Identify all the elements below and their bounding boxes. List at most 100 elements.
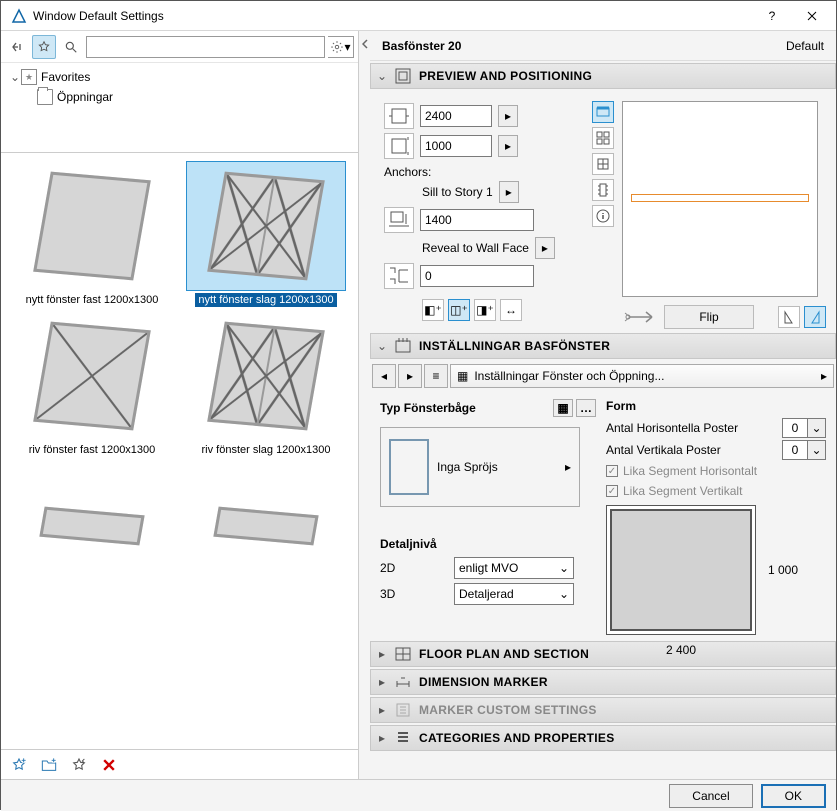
view-info[interactable] [592,205,614,227]
favorite-actions [1,749,358,779]
vert-poster-input[interactable] [782,440,808,460]
typ-grid-button[interactable]: ▦ [553,399,573,417]
favorites-toggle[interactable] [32,35,56,59]
thumbnail-gallery: nytt fönster fast 1200x1300 nytt fönster… [1,153,358,749]
search-button[interactable] [59,35,83,59]
section-categories-header[interactable]: ▸ CATEGORIES AND PROPERTIES [370,725,836,751]
section-icon [395,338,411,354]
chevron-right-icon: ▸ [377,731,387,745]
gallery-item[interactable]: riv fönster fast 1200x1300 [7,311,177,457]
dialog-footer: Cancel OK [1,779,836,811]
tree-root[interactable]: ⌄ ★ Favorites [9,67,350,87]
item-label: nytt fönster slag 1200x1300 [195,293,336,307]
reveal-menu[interactable]: ▸ [535,237,555,259]
folder-icon [37,89,53,105]
collapse-icon[interactable]: ⌄ [9,70,21,84]
settings-path[interactable]: ▦ Inställningar Fönster och Öppning... ▸ [450,364,834,388]
sash-label: Inga Spröjs [437,460,498,474]
flip-right[interactable] [804,306,826,328]
chevron-down-icon: ⌄ [377,339,387,353]
anchor-toggle-2[interactable]: ◫⁺ [448,299,470,321]
equal-vert-check[interactable]: ✓Lika Segment Vertikalt [606,481,826,501]
tree-item-label: Öppningar [57,90,113,104]
checkbox-icon: ✓ [606,485,618,497]
view-section[interactable] [592,179,614,201]
default-label: Default [786,39,824,53]
typ-more-button[interactable]: … [576,399,596,417]
item-label: riv fönster fast 1200x1300 [26,443,159,457]
pane-splitter[interactable] [359,31,370,779]
app-icon [11,8,27,24]
cancel-button[interactable]: Cancel [669,784,752,808]
tree-item-oppningar[interactable]: Öppningar [9,87,350,107]
height-stepper[interactable]: ▸ [498,135,518,157]
nav-back[interactable]: ◂ [372,364,396,388]
anchor-toggle-3[interactable]: ◨⁺ [474,299,496,321]
ok-button[interactable]: OK [761,784,826,808]
dropdown-icon[interactable]: ⌄ [808,418,826,438]
section-preview-header[interactable]: ⌄ PREVIEW AND POSITIONING [370,63,836,89]
flip-button[interactable]: Flip [664,305,754,329]
horiz-poster-input[interactable] [782,418,808,438]
section-icon [395,68,411,84]
height-input[interactable] [420,135,492,157]
close-button[interactable] [792,1,832,31]
view-plan[interactable] [592,127,614,149]
dropdown-icon[interactable]: ⌄ [808,440,826,460]
equal-horiz-check[interactable]: ✓Lika Segment Horisontalt [606,461,826,481]
detail-2d-label: 2D [380,561,444,575]
section-title: MARKER CUSTOM SETTINGS [419,703,597,717]
nav-list[interactable]: ≡ [424,364,448,388]
width-input[interactable] [420,105,492,127]
section-settings-header[interactable]: ⌄ INSTÄLLNINGAR BASFÖNSTER [370,333,836,359]
flip-left[interactable] [778,306,800,328]
reveal-input[interactable] [420,265,534,287]
sill-menu[interactable]: ▸ [499,181,519,203]
section-title: DIMENSION MARKER [419,675,548,689]
add-favorite-button[interactable] [7,753,31,777]
form-title: Form [606,399,826,413]
width-stepper[interactable]: ▸ [498,105,518,127]
object-name: Basfönster 20 [382,39,461,53]
view-elevation[interactable] [592,101,614,123]
search-input[interactable] [86,36,325,58]
gallery-item[interactable]: nytt fönster slag 1200x1300 [181,161,351,307]
tree-root-label: Favorites [41,70,90,84]
right-header: Basfönster 20 Default [370,31,836,61]
gallery-item[interactable]: nytt fönster fast 1200x1300 [7,161,177,307]
apply-favorite-button[interactable] [67,753,91,777]
sash-thumb [389,439,429,495]
search-options[interactable]: ▾ [328,36,354,58]
horiz-poster-label: Antal Horisontella Poster [606,421,738,435]
help-button[interactable]: ? [752,1,792,31]
detail-3d-label: 3D [380,587,444,601]
gallery-item[interactable] [181,461,351,591]
titlebar: Window Default Settings ? [1,1,836,31]
back-button[interactable] [5,35,29,59]
section-icon [395,674,411,690]
sash-selector[interactable]: Inga Spröjs ▸ [380,427,580,507]
gallery-item[interactable]: riv fönster slag 1200x1300 [181,311,351,457]
detail-title: Detaljnivå [380,537,596,551]
sill-input[interactable] [420,209,534,231]
vert-poster-label: Antal Vertikala Poster [606,443,721,457]
nav-forward[interactable]: ▸ [398,364,422,388]
gallery-item[interactable] [7,461,177,591]
detail-2d-select[interactable]: enligt MVO⌄ [454,557,574,579]
section-dimension-header[interactable]: ▸ DIMENSION MARKER [370,669,836,695]
section-title: INSTÄLLNINGAR BASFÖNSTER [419,339,610,353]
mirror-icon [622,307,658,327]
section-floorplan-header[interactable]: ▸ FLOOR PLAN AND SECTION [370,641,836,667]
add-folder-button[interactable] [37,753,61,777]
anchors-label: Anchors: [384,165,584,179]
delete-button[interactable] [97,753,121,777]
chevron-right-icon: ▸ [377,647,387,661]
detail-3d-select[interactable]: Detaljerad⌄ [454,583,574,605]
anchor-toggle-1[interactable]: ◧⁺ [422,299,444,321]
anchor-toggle-4[interactable]: ↔ [500,299,522,321]
section-icon [395,730,411,746]
view-3d[interactable] [592,153,614,175]
reveal-label: Reveal to Wall Face [422,241,529,255]
section-icon [395,646,411,662]
chevron-down-icon: ⌄ [377,69,387,83]
